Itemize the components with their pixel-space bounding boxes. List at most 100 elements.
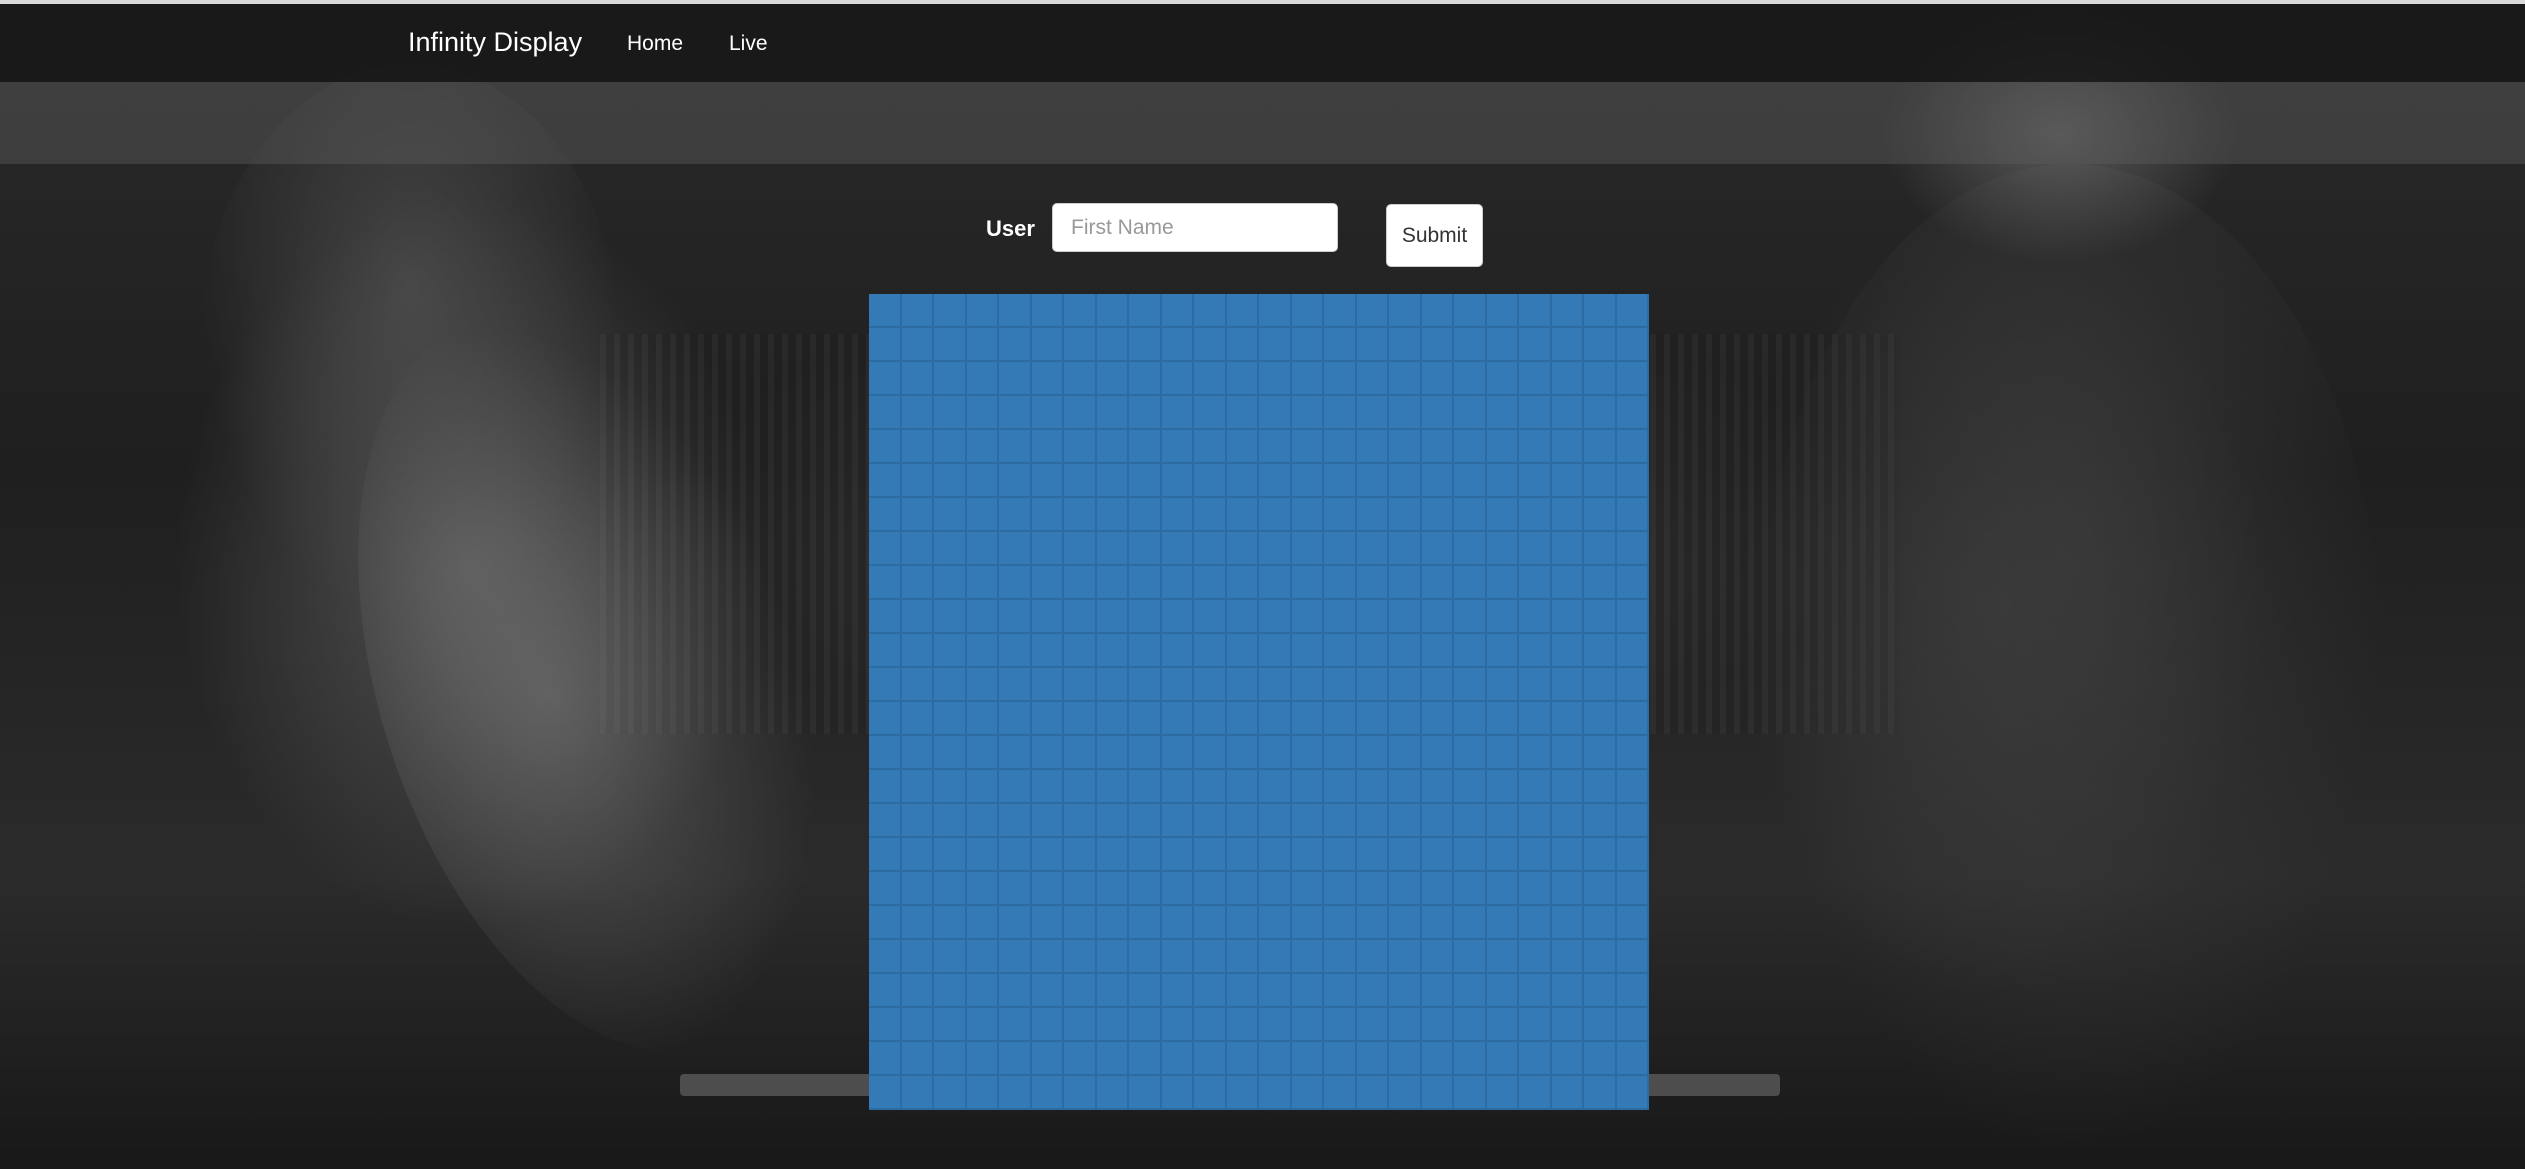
led-cell[interactable]	[1519, 362, 1552, 396]
led-cell[interactable]	[1291, 702, 1324, 736]
led-cell[interactable]	[1129, 634, 1162, 668]
led-cell[interactable]	[1031, 634, 1064, 668]
led-cell[interactable]	[1551, 974, 1584, 1008]
led-cell[interactable]	[1226, 940, 1259, 974]
led-cell[interactable]	[966, 668, 999, 702]
led-cell[interactable]	[1551, 498, 1584, 532]
led-cell[interactable]	[1161, 532, 1194, 566]
led-cell[interactable]	[999, 294, 1032, 328]
led-cell[interactable]	[1096, 566, 1129, 600]
led-cell[interactable]	[1161, 736, 1194, 770]
led-cell[interactable]	[1584, 668, 1617, 702]
led-cell[interactable]	[1161, 464, 1194, 498]
led-cell[interactable]	[1519, 804, 1552, 838]
led-cell[interactable]	[1356, 634, 1389, 668]
led-cell[interactable]	[1161, 1076, 1194, 1110]
led-cell[interactable]	[1096, 1008, 1129, 1042]
led-cell[interactable]	[1454, 974, 1487, 1008]
led-cell[interactable]	[1551, 600, 1584, 634]
led-cell[interactable]	[1259, 566, 1292, 600]
led-cell[interactable]	[1421, 702, 1454, 736]
led-cell[interactable]	[1421, 974, 1454, 1008]
led-cell[interactable]	[1389, 940, 1422, 974]
led-cell[interactable]	[1454, 328, 1487, 362]
led-cell[interactable]	[1616, 430, 1649, 464]
led-cell[interactable]	[1421, 634, 1454, 668]
led-cell[interactable]	[1324, 668, 1357, 702]
led-cell[interactable]	[1551, 1008, 1584, 1042]
led-cell[interactable]	[966, 1008, 999, 1042]
led-cell[interactable]	[1096, 974, 1129, 1008]
led-cell[interactable]	[1031, 566, 1064, 600]
led-cell[interactable]	[1486, 736, 1519, 770]
led-cell[interactable]	[1421, 532, 1454, 566]
led-cell[interactable]	[1454, 532, 1487, 566]
led-cell[interactable]	[1421, 1008, 1454, 1042]
led-cell[interactable]	[869, 464, 902, 498]
led-cell[interactable]	[1389, 430, 1422, 464]
led-cell[interactable]	[1064, 668, 1097, 702]
led-cell[interactable]	[1161, 940, 1194, 974]
led-cell[interactable]	[1291, 362, 1324, 396]
led-cell[interactable]	[901, 1042, 934, 1076]
led-cell[interactable]	[1226, 1076, 1259, 1110]
led-cell[interactable]	[966, 872, 999, 906]
led-cell[interactable]	[1324, 906, 1357, 940]
led-cell[interactable]	[1064, 974, 1097, 1008]
led-cell[interactable]	[1064, 498, 1097, 532]
led-cell[interactable]	[1031, 668, 1064, 702]
led-cell[interactable]	[1551, 838, 1584, 872]
led-cell[interactable]	[1454, 294, 1487, 328]
led-cell[interactable]	[1421, 566, 1454, 600]
led-cell[interactable]	[1129, 396, 1162, 430]
led-cell[interactable]	[1616, 566, 1649, 600]
led-cell[interactable]	[1194, 804, 1227, 838]
led-cell[interactable]	[966, 328, 999, 362]
led-cell[interactable]	[1616, 1042, 1649, 1076]
led-cell[interactable]	[1096, 872, 1129, 906]
led-cell[interactable]	[1064, 736, 1097, 770]
led-cell[interactable]	[869, 532, 902, 566]
led-cell[interactable]	[1519, 872, 1552, 906]
led-cell[interactable]	[1616, 974, 1649, 1008]
led-cell[interactable]	[1486, 872, 1519, 906]
led-cell[interactable]	[1421, 872, 1454, 906]
led-cell[interactable]	[1454, 362, 1487, 396]
led-cell[interactable]	[1324, 1008, 1357, 1042]
led-cell[interactable]	[1519, 940, 1552, 974]
led-cell[interactable]	[1194, 872, 1227, 906]
led-cell[interactable]	[1194, 430, 1227, 464]
led-cell[interactable]	[1259, 430, 1292, 464]
led-cell[interactable]	[1259, 600, 1292, 634]
led-cell[interactable]	[1129, 328, 1162, 362]
led-cell[interactable]	[1031, 974, 1064, 1008]
led-cell[interactable]	[1161, 872, 1194, 906]
led-cell[interactable]	[1259, 464, 1292, 498]
led-cell[interactable]	[1454, 600, 1487, 634]
led-cell[interactable]	[1064, 804, 1097, 838]
led-cell[interactable]	[1356, 566, 1389, 600]
led-cell[interactable]	[1226, 396, 1259, 430]
led-cell[interactable]	[1291, 872, 1324, 906]
led-cell[interactable]	[1194, 1042, 1227, 1076]
led-cell[interactable]	[934, 906, 967, 940]
led-cell[interactable]	[1161, 328, 1194, 362]
led-cell[interactable]	[1584, 906, 1617, 940]
led-cell[interactable]	[869, 294, 902, 328]
led-cell[interactable]	[934, 770, 967, 804]
led-cell[interactable]	[1584, 770, 1617, 804]
led-cell[interactable]	[999, 702, 1032, 736]
led-cell[interactable]	[1486, 532, 1519, 566]
led-cell[interactable]	[1454, 464, 1487, 498]
led-cell[interactable]	[1194, 396, 1227, 430]
led-cell[interactable]	[1096, 396, 1129, 430]
led-cell[interactable]	[1421, 362, 1454, 396]
led-cell[interactable]	[1584, 634, 1617, 668]
led-cell[interactable]	[1291, 600, 1324, 634]
led-cell[interactable]	[1421, 736, 1454, 770]
led-cell[interactable]	[1324, 770, 1357, 804]
led-cell[interactable]	[1324, 634, 1357, 668]
led-cell[interactable]	[1616, 702, 1649, 736]
led-cell[interactable]	[869, 1076, 902, 1110]
led-cell[interactable]	[1486, 600, 1519, 634]
